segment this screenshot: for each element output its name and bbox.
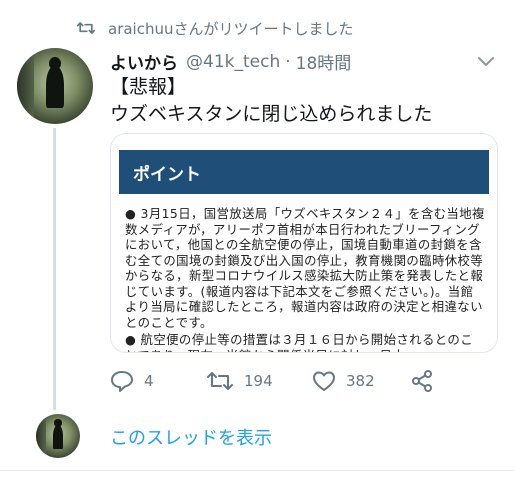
show-thread-link[interactable]: このスレッドを表示: [110, 424, 272, 450]
retweet-context: araichuuさんがリツイートしました: [76, 17, 354, 39]
user-handle[interactable]: @41k_tech: [186, 52, 280, 72]
tweet-text-line: ウズベキスタンに閉じ込められました: [110, 103, 433, 125]
tweet-actions: 4 194 382: [110, 366, 500, 396]
reply-button[interactable]: 4: [110, 366, 154, 396]
share-icon: [412, 370, 432, 392]
tweet-text: 【悲報】 ウズベキスタンに閉じ込められました: [110, 74, 500, 128]
share-button[interactable]: [410, 366, 434, 396]
separator-dot: ·: [285, 51, 291, 72]
tweet-text-line: 【悲報】: [110, 76, 187, 98]
avatar-figure: [45, 66, 65, 109]
display-name[interactable]: よいから: [110, 49, 178, 74]
retweet-context-text: araichuuさんがリツイートしました: [108, 19, 354, 38]
divider: [0, 470, 514, 471]
tweet-header: よいから @41k_tech · 18時間: [110, 49, 352, 75]
retweet-icon: [76, 22, 96, 34]
chevron-down-icon[interactable]: [478, 54, 494, 68]
notice-image: ポイント ● 3月15日，国営放送局「ウズベキスタン２４」を含む当地複数メディア…: [119, 150, 489, 352]
avatar-background: [36, 414, 46, 458]
reply-count: 4: [144, 372, 154, 390]
retweet-button[interactable]: 194: [206, 366, 273, 396]
avatar-figure: [52, 424, 64, 449]
avatar[interactable]: [17, 48, 93, 124]
notice-body: ● 3月15日，国営放送局「ウズベキスタン２４」を含む当地複数メディアが，アリー…: [125, 206, 485, 352]
tweet-timestamp[interactable]: 18時間: [296, 49, 352, 74]
notice-header-text: ポイント: [133, 164, 201, 185]
like-icon: [313, 371, 335, 391]
media-image-card[interactable]: ポイント ● 3月15日，国営放送局「ウズベキスタン２４」を含む当地複数メディア…: [110, 133, 498, 353]
notice-paragraph: ● 3月15日，国営放送局「ウズベキスタン２４」を含む当地複数メディアが，アリー…: [125, 206, 485, 330]
like-button[interactable]: 382: [312, 366, 375, 396]
avatar-background: [17, 48, 34, 124]
notice-header-bar: ポイント: [119, 150, 489, 194]
retweet-count: 194: [244, 372, 273, 390]
like-count: 382: [346, 372, 375, 390]
notice-paragraph: ● 航空便の停止等の措置は３月１６日から開始されるとのことであり，現在，当館から…: [125, 332, 473, 352]
avatar[interactable]: [36, 414, 80, 458]
retweet-icon: [207, 372, 233, 390]
thread-connector-line: [53, 128, 56, 410]
reply-icon: [111, 371, 133, 392]
